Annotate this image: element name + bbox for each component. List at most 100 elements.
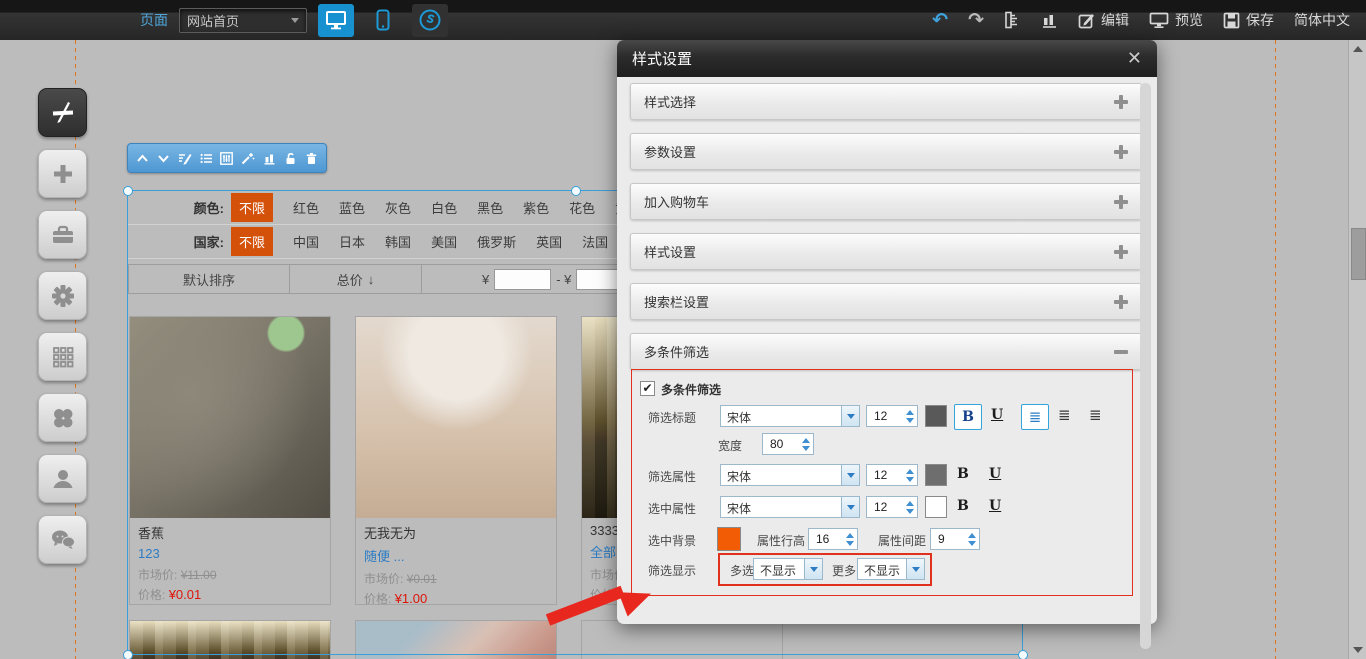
filter-option[interactable]: 白色 [431,198,457,217]
spin-up-icon[interactable] [906,501,914,506]
move-down-icon[interactable] [157,152,170,165]
selected-attr-color-swatch[interactable] [925,496,947,518]
sidebar-item-wechat[interactable] [38,515,87,564]
filter-option[interactable]: 俄罗斯 [477,232,516,251]
chevron-down-icon[interactable] [906,559,924,579]
chevron-down-icon[interactable] [841,497,859,517]
underline-button[interactable]: U [989,466,1001,482]
spin-down-icon[interactable] [906,477,914,482]
filter-attr-font-select[interactable]: 宋体 [720,464,860,486]
sort-default[interactable]: 默认排序 [129,265,290,293]
selection-handle-bottom-right[interactable] [1018,650,1028,659]
filter-option[interactable]: 灰色 [385,198,411,217]
filter-attr-color-swatch[interactable] [925,464,947,486]
spin-down-icon[interactable] [906,509,914,514]
filter-settings-icon[interactable] [220,152,233,165]
product-link[interactable]: 123 [138,546,322,561]
page-select[interactable]: 网站首页 [179,8,307,33]
spin-up-icon[interactable] [906,410,914,415]
chevron-down-icon[interactable] [804,559,822,579]
align-left-button-active[interactable]: ≣ [1021,404,1049,430]
sidebar-item-add[interactable] [38,149,87,198]
multi-select-dropdown[interactable]: 不显示 [753,558,823,580]
filter-title-color-swatch[interactable] [925,405,947,427]
sidebar-item-toolbox[interactable] [38,210,87,259]
panel-scrollbar[interactable] [1140,83,1151,649]
spin-down-icon[interactable] [846,541,854,546]
underline-button[interactable]: U [991,407,1003,423]
attr-spacing-spinner[interactable]: 9 [930,528,980,550]
product-link[interactable]: 随便 ... [364,546,548,565]
filter-title-size-spinner[interactable]: 12 [866,405,918,427]
filter-option[interactable]: 中国 [293,232,319,251]
filter-option[interactable]: 日本 [339,232,365,251]
section-parameters[interactable]: 参数设置 [630,133,1142,170]
filter-option[interactable]: 蓝色 [339,198,365,217]
scrollbar-thumb[interactable] [1351,228,1366,280]
expand-plus-icon[interactable] [1114,95,1128,109]
selected-bg-color-swatch[interactable] [717,527,741,551]
price-min-input[interactable] [494,269,551,290]
move-up-icon[interactable] [136,152,149,165]
spin-down-icon[interactable] [802,446,810,451]
sidebar-item-components[interactable] [38,393,87,442]
selected-attr-size-spinner[interactable]: 12 [866,496,918,518]
magic-wand-icon[interactable] [241,152,255,165]
expand-plus-icon[interactable] [1114,145,1128,159]
filter-title-font-select[interactable]: 宋体 [720,405,860,427]
spin-down-icon[interactable] [906,418,914,423]
sidebar-item-modules[interactable] [38,332,87,381]
expand-plus-icon[interactable] [1114,245,1128,259]
filter-option[interactable]: 美国 [431,232,457,251]
product-card[interactable]: 无我无为 随便 ... 市场价: ¥0.01 价格: ¥1.00 [355,316,557,605]
sort-total-price[interactable]: 总价 ↓ [290,265,422,293]
align-right-button[interactable]: ≣ [1089,408,1102,423]
filter-option-selected[interactable]: 不限 [231,227,273,256]
sidebar-item-members[interactable] [38,454,87,503]
selection-handle-bottom-left[interactable] [123,650,133,659]
filter-option[interactable]: 韩国 [385,232,411,251]
undo-icon[interactable]: ↶ [932,11,948,30]
selection-handle-top-center[interactable] [571,186,581,196]
redo-icon[interactable]: ↷ [968,11,984,30]
filter-option-selected[interactable]: 不限 [231,193,273,222]
filter-option[interactable]: 黑色 [477,198,503,217]
filter-option[interactable]: 法国 [582,232,608,251]
section-multi-filter[interactable]: 多条件筛选 [630,333,1142,370]
section-style-settings[interactable]: 样式设置 [630,233,1142,270]
section-style-choose[interactable]: 样式选择 [630,83,1142,120]
spin-down-icon[interactable] [968,541,976,546]
stats-column-icon[interactable] [263,152,276,165]
expand-plus-icon[interactable] [1114,195,1128,209]
scroll-down-icon[interactable] [1353,647,1363,653]
bold-button-active[interactable]: B [954,404,982,430]
product-image[interactable] [130,317,330,518]
component-link-button[interactable] [412,4,448,37]
more-dropdown[interactable]: 不显示 [857,558,925,580]
bold-button[interactable]: B [957,466,969,482]
edit-content-icon[interactable] [178,152,192,165]
sidebar-item-design-tools[interactable] [38,88,87,137]
selection-handle-top-left[interactable] [123,186,133,196]
save-button[interactable]: 保存 [1223,10,1274,30]
product-image[interactable] [356,317,556,518]
close-icon[interactable]: ✕ [1127,48,1142,69]
filter-option[interactable]: 英国 [536,232,562,251]
spin-up-icon[interactable] [906,469,914,474]
underline-button[interactable]: U [989,498,1001,514]
list-settings-icon[interactable] [200,152,213,165]
panel-header[interactable]: 样式设置 ✕ [617,40,1157,77]
multi-filter-checkbox[interactable]: ✔ [640,381,655,396]
filter-option[interactable]: 花色 [569,198,595,217]
bold-button[interactable]: B [957,498,969,514]
filter-option[interactable]: 紫色 [523,198,549,217]
chevron-down-icon[interactable] [841,465,859,485]
trash-icon[interactable] [305,152,318,165]
language-switch[interactable]: 简体中文 [1294,10,1350,30]
filter-option[interactable]: 红色 [293,198,319,217]
expand-plus-icon[interactable] [1114,295,1128,309]
selected-attr-font-select[interactable]: 宋体 [720,496,860,518]
attr-line-height-spinner[interactable]: 16 [808,528,858,550]
sidebar-item-settings[interactable] [38,271,87,320]
scroll-up-icon[interactable] [1353,46,1363,52]
